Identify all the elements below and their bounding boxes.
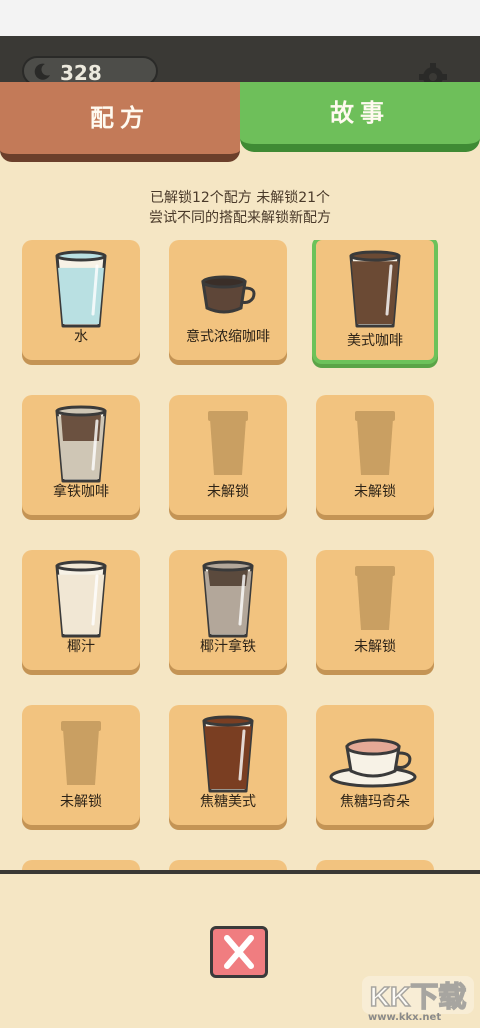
watermark-brand: KK下载 <box>370 981 466 1012</box>
locked-cup-icon <box>169 401 287 485</box>
recipe-label: 焦糖美式 <box>200 794 256 810</box>
recipe-card[interactable]: 未解锁 <box>316 395 434 515</box>
espresso-cup-icon <box>169 246 287 330</box>
locked-cup-icon <box>316 556 434 640</box>
close-button[interactable] <box>210 926 268 978</box>
recipe-card-partial[interactable] <box>22 860 140 870</box>
recipe-card[interactable]: 水 <box>22 240 140 360</box>
recipe-card[interactable]: 未解锁 <box>316 550 434 670</box>
tab-recipes-label: 配方 <box>90 103 150 132</box>
recipe-label: 美式咖啡 <box>347 333 403 349</box>
unlock-count-text: 已解锁12个配方 未解锁21个 <box>149 190 331 206</box>
locked-cup-icon <box>22 711 140 795</box>
tab-recipes[interactable]: 配方 <box>0 82 240 162</box>
locked-cup-icon <box>316 401 434 485</box>
recipe-card[interactable]: 椰汁拿铁 <box>169 550 287 670</box>
caramel-macchiato-cup-icon <box>316 711 434 795</box>
recipe-card[interactable]: 焦糖美式 <box>169 705 287 825</box>
recipe-card[interactable]: 焦糖玛奇朵 <box>316 705 434 825</box>
recipe-grid: 水意式浓缩咖啡 美式咖啡 拿铁咖啡 未解锁 未解锁 椰汁 椰汁拿铁 未解锁 未解锁 焦糖美式 焦糖玛… <box>22 240 458 870</box>
tab-story-label: 故事 <box>330 98 390 127</box>
status-strip <box>0 0 480 36</box>
moon-icon <box>34 63 50 80</box>
coconut-milk-glass-icon <box>22 556 140 640</box>
coconut-latte-glass-icon <box>169 556 287 640</box>
close-icon <box>224 935 254 969</box>
americano-glass-icon <box>316 246 434 330</box>
recipe-label: 椰汁 <box>67 639 95 655</box>
recipe-card[interactable]: 意式浓缩咖啡 <box>169 240 287 360</box>
recipe-card[interactable]: 椰汁 <box>22 550 140 670</box>
recipe-label: 意式浓缩咖啡 <box>186 329 270 345</box>
recipe-card-partial[interactable] <box>169 860 287 870</box>
recipe-label: 未解锁 <box>207 484 249 500</box>
top-bar: 328 <box>0 0 480 92</box>
water-glass-icon <box>22 246 140 330</box>
tab-story[interactable]: 故事 <box>240 82 480 152</box>
recipe-label: 焦糖玛奇朵 <box>340 794 410 810</box>
recipe-label: 未解锁 <box>354 484 396 500</box>
recipe-label: 椰汁拿铁 <box>200 639 256 655</box>
recipe-card[interactable]: 拿铁咖啡 <box>22 395 140 515</box>
recipe-card[interactable]: 未解锁 <box>22 705 140 825</box>
caramel-americano-glass-icon <box>169 711 287 795</box>
recipe-label: 水 <box>74 329 88 345</box>
recipe-label: 未解锁 <box>60 794 102 810</box>
watermark-url: www.kkx.net <box>368 1012 442 1023</box>
recipe-card-partial[interactable] <box>316 860 434 870</box>
unlock-hint-text: 尝试不同的搭配来解锁新配方 <box>149 210 331 226</box>
recipe-label: 未解锁 <box>354 639 396 655</box>
unlock-info: 已解锁12个配方 未解锁21个 尝试不同的搭配来解锁新配方 <box>0 188 480 228</box>
latte-glass-icon <box>22 401 140 485</box>
recipe-label: 拿铁咖啡 <box>53 484 109 500</box>
recipe-card[interactable]: 美式咖啡 <box>312 240 438 364</box>
recipe-card[interactable]: 未解锁 <box>169 395 287 515</box>
